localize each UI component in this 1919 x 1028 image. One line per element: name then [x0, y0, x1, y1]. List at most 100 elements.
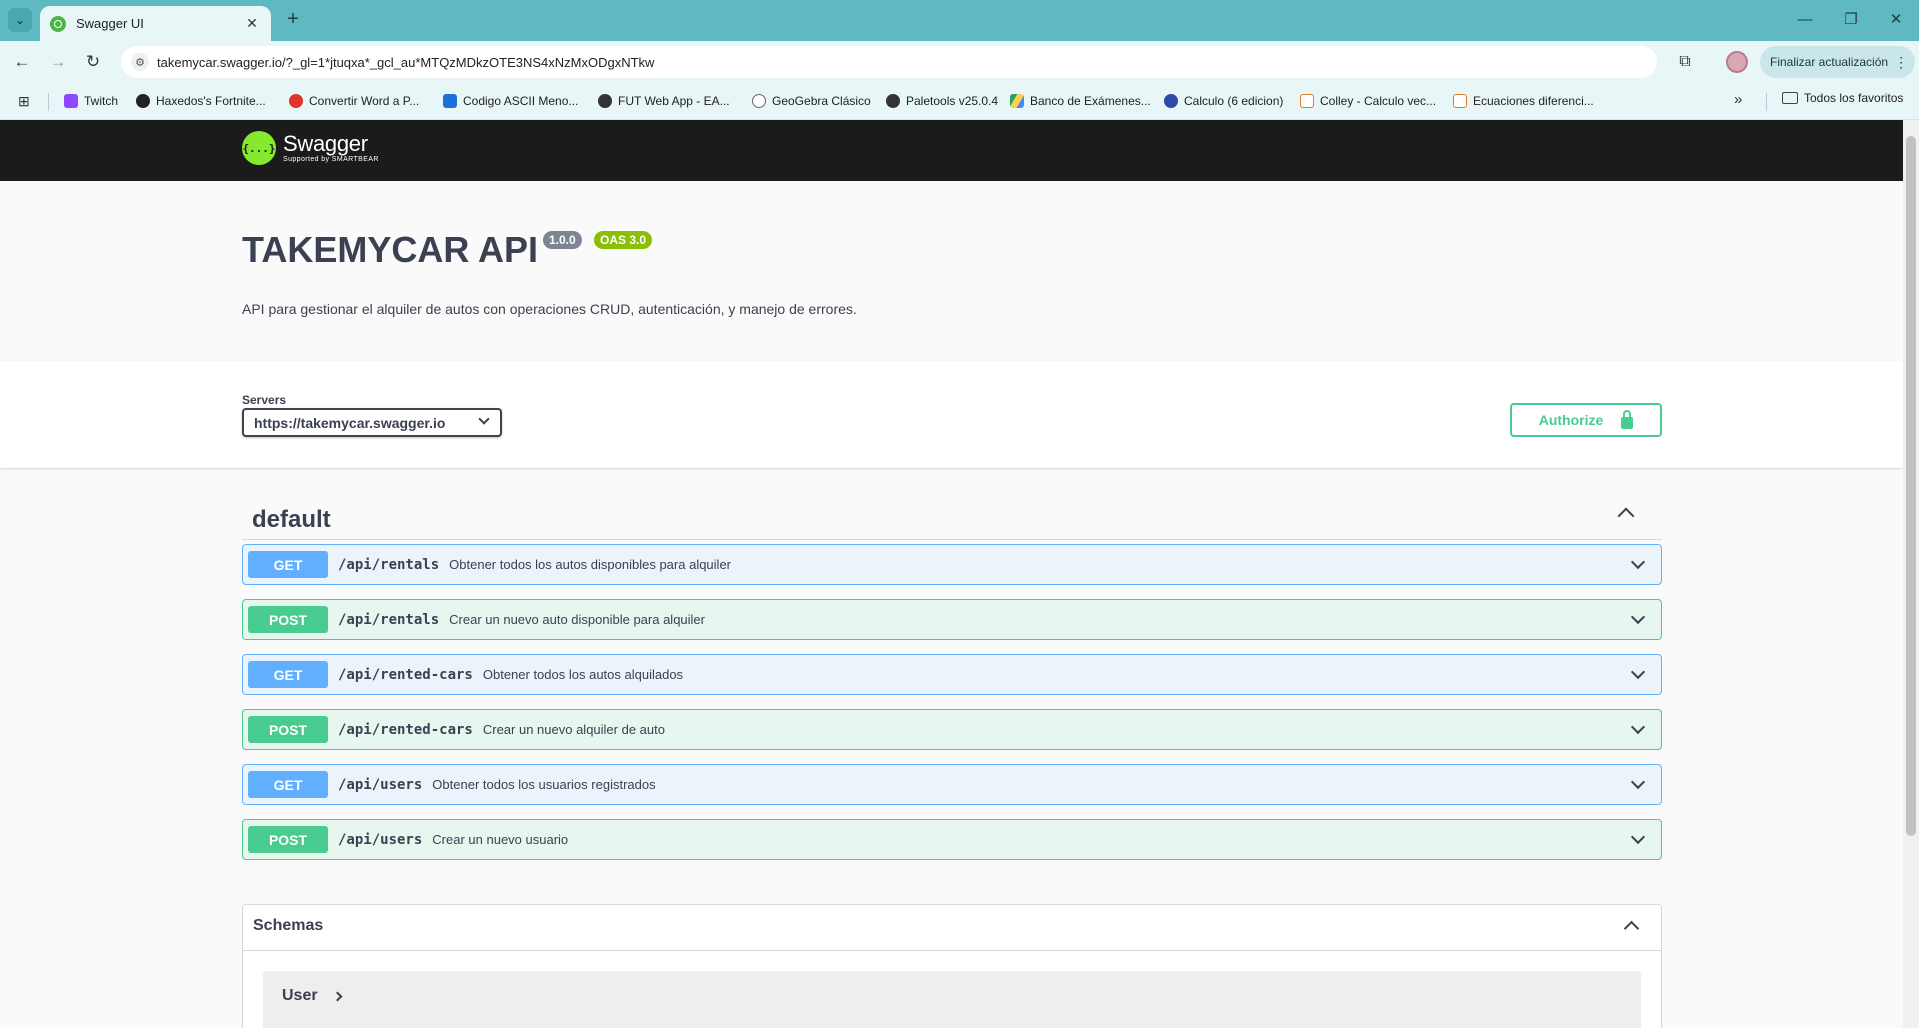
api-description: API para gestionar el alquiler de autos …: [242, 301, 857, 317]
twitch-icon: [64, 94, 78, 108]
tab-swagger-ui[interactable]: Swagger UI ✕: [40, 6, 271, 41]
operation-path: /api/users: [338, 831, 423, 848]
tab-strip: ⌄ Swagger UI ✕ + — ❐ ✕: [0, 0, 1919, 41]
servers-select[interactable]: https://takemycar.swagger.io: [242, 408, 502, 437]
method-badge: GET: [248, 551, 328, 578]
scrollbar-thumb[interactable]: [1906, 136, 1916, 836]
forward-button[interactable]: →: [46, 50, 70, 74]
bookmark-item[interactable]: Colley - Calculo vec...: [1300, 91, 1436, 111]
bookmark-item[interactable]: GeoGebra Clásico: [752, 91, 871, 111]
swagger-page: {...} Swagger Supported by SMARTBEAR TAK…: [0, 120, 1903, 1028]
schemas-header[interactable]: Schemas: [243, 905, 1661, 951]
api-title: TAKEMYCAR API: [242, 229, 538, 270]
bookmark-item[interactable]: Haxedos's Fortnite...: [136, 91, 266, 111]
chevron-right-icon[interactable]: [332, 991, 343, 1002]
operation-summary: Crear un nuevo usuario: [432, 832, 569, 847]
operation-summary: Obtener todos los autos alquilados: [482, 667, 684, 682]
more-bookmarks-icon[interactable]: »: [1734, 91, 1742, 108]
operation-path: /api/rentals: [338, 556, 440, 573]
bookmark-label: Calculo (6 edicion): [1184, 94, 1284, 108]
tag-header[interactable]: default: [242, 490, 1662, 540]
schemas-section: Schemas User: [242, 904, 1662, 1028]
finish-update-button[interactable]: Finalizar actualización ⋮: [1760, 46, 1915, 78]
servers-label: Servers: [242, 393, 287, 407]
address-bar[interactable]: ⚙ takemycar.swagger.io/?_gl=1*jtuqxa*_gc…: [121, 46, 1657, 78]
swagger-logo[interactable]: {...} Swagger Supported by SMARTBEAR: [242, 131, 379, 165]
tab-title: Swagger UI: [76, 16, 144, 31]
new-tab-button[interactable]: +: [282, 9, 304, 31]
book-icon: [1164, 94, 1178, 108]
operation-summary: Crear un nuevo auto disponible para alqu…: [449, 612, 705, 627]
chevron-up-icon[interactable]: [1623, 920, 1640, 937]
scheme-container: Servers https://takemycar.swagger.io Aut…: [0, 361, 1903, 468]
reload-button[interactable]: ↻: [81, 50, 105, 74]
oas-badge: OAS 3.0: [594, 231, 653, 249]
opblock-post-rented-cars[interactable]: POST /api/rented-cars Crear un nuevo alq…: [242, 709, 1662, 750]
close-window-button[interactable]: ✕: [1881, 8, 1911, 32]
menu-dots-icon: ⋮: [1894, 53, 1909, 70]
logo-subtitle: Supported by SMARTBEAR: [283, 155, 379, 163]
opblock-get-rentals[interactable]: GET /api/rentals Obtener todos los autos…: [242, 544, 1662, 585]
bookmark-item[interactable]: Calculo (6 edicion): [1164, 91, 1283, 111]
opblock-get-rented-cars[interactable]: GET /api/rented-cars Obtener todos los a…: [242, 654, 1662, 695]
back-button[interactable]: ←: [10, 50, 34, 74]
page-scrollbar[interactable]: [1903, 120, 1919, 1028]
bookmark-label: Codigo ASCII Meno...: [463, 94, 579, 108]
bookmark-item[interactable]: Paletools v25.0.4: [886, 91, 998, 111]
chevron-down-icon[interactable]: [1630, 554, 1646, 570]
bookmark-item[interactable]: FUT Web App - EA...: [598, 91, 730, 111]
document-icon: [1300, 94, 1314, 108]
heart-icon: [289, 94, 303, 108]
bookmark-item[interactable]: Convertir Word a P...: [289, 91, 419, 111]
url-text[interactable]: takemycar.swagger.io/?_gl=1*jtuqxa*_gcl_…: [157, 55, 654, 70]
bookmark-label: FUT Web App - EA...: [618, 94, 730, 108]
bookmark-label: Twitch: [84, 94, 119, 108]
bookmark-item[interactable]: Banco de Exámenes...: [1010, 91, 1151, 111]
google-drive-icon: [1010, 94, 1024, 108]
site-info-icon[interactable]: ⚙: [131, 53, 149, 71]
fortnite-icon: [136, 94, 150, 108]
operation-summary: Obtener todos los usuarios registrados: [432, 777, 656, 792]
operation-path: /api/rented-cars: [338, 666, 473, 683]
schemas-title: Schemas: [253, 917, 324, 934]
opblock-get-users[interactable]: GET /api/users Obtener todos los usuario…: [242, 764, 1662, 805]
browser-toolbar: ← → ↻ ⚙ takemycar.swagger.io/?_gl=1*jtuq…: [0, 41, 1919, 83]
schema-user[interactable]: User: [263, 971, 1641, 1028]
bookmark-label: GeoGebra Clásico: [772, 94, 871, 108]
swagger-favicon-icon: [50, 15, 66, 32]
chevron-down-icon[interactable]: [1630, 719, 1646, 735]
tab-search-icon[interactable]: ⌄: [8, 8, 32, 32]
swagger-topbar: {...} Swagger Supported by SMARTBEAR: [0, 120, 1903, 181]
chevron-down-icon[interactable]: [1630, 829, 1646, 845]
restore-button[interactable]: ❐: [1836, 8, 1866, 32]
chevron-down-icon[interactable]: [1630, 664, 1646, 680]
document-icon: [1453, 94, 1467, 108]
chevron-down-icon[interactable]: [1630, 774, 1646, 790]
authorize-button[interactable]: Authorize: [1510, 403, 1662, 437]
apps-grid-icon[interactable]: ⊞: [18, 93, 34, 109]
ea-icon: [598, 94, 612, 108]
chevron-up-icon[interactable]: [1617, 507, 1635, 525]
profile-avatar[interactable]: [1726, 51, 1748, 73]
bookmark-label: Paletools v25.0.4: [906, 94, 999, 108]
bookmark-label: Banco de Exámenes...: [1030, 94, 1151, 108]
chevron-down-icon[interactable]: [1630, 609, 1646, 625]
method-badge: POST: [248, 826, 328, 853]
browser-chrome: ⌄ Swagger UI ✕ + — ❐ ✕ ← → ↻ ⚙ takemycar…: [0, 0, 1919, 120]
tag-section-default: default GET /api/rentals Obtener todos l…: [242, 490, 1662, 860]
folder-icon: [1782, 92, 1798, 104]
bookmarks-divider: [48, 93, 49, 111]
tab-close-icon[interactable]: ✕: [243, 15, 261, 32]
extensions-icon[interactable]: ⧉: [1674, 51, 1696, 73]
operation-path: /api/users: [338, 776, 423, 793]
bookmark-item[interactable]: Ecuaciones diferenci...: [1453, 91, 1594, 111]
bookmarks-divider: [1766, 93, 1767, 111]
bookmark-item[interactable]: Twitch: [64, 91, 118, 111]
opblock-post-rentals[interactable]: POST /api/rentals Crear un nuevo auto di…: [242, 599, 1662, 640]
all-bookmarks-folder[interactable]: Todos los favoritos: [1782, 91, 1903, 105]
bookmark-item[interactable]: Codigo ASCII Meno...: [443, 91, 578, 111]
bookmarks-bar: ⊞ Twitch Haxedos's Fortnite... Convertir…: [0, 83, 1919, 120]
geogebra-icon: [752, 94, 766, 108]
minimize-button[interactable]: —: [1790, 8, 1820, 32]
opblock-post-users[interactable]: POST /api/users Crear un nuevo usuario: [242, 819, 1662, 860]
